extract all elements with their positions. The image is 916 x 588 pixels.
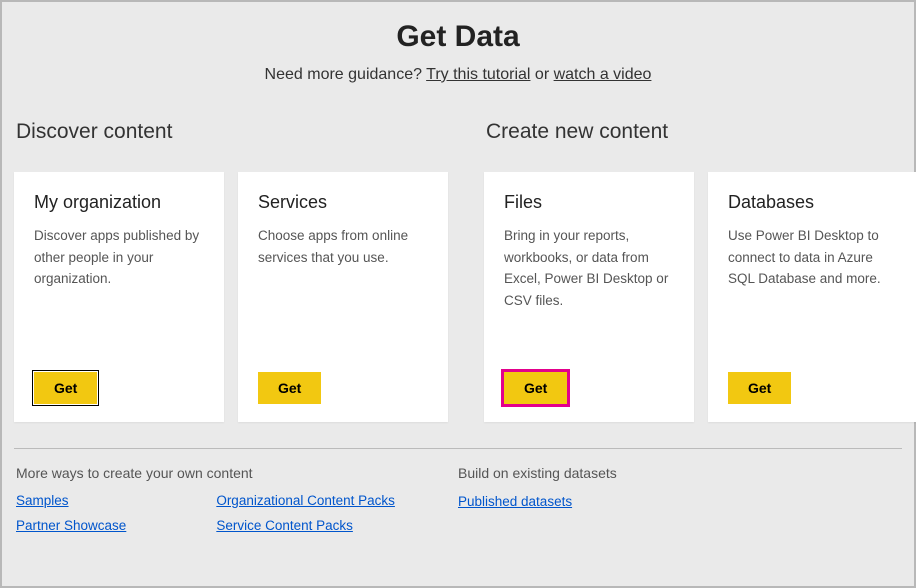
- card-desc: Use Power BI Desktop to connect to data …: [728, 225, 898, 372]
- card-title: My organization: [34, 192, 204, 213]
- card-files: Files Bring in your reports, workbooks, …: [484, 172, 694, 422]
- published-datasets-link[interactable]: Published datasets: [458, 494, 572, 509]
- page-title: Get Data: [6, 20, 910, 54]
- tutorial-link[interactable]: Try this tutorial: [426, 66, 530, 83]
- card-databases: Databases Use Power BI Desktop to connec…: [708, 172, 916, 422]
- create-section: Create new content Files Bring in your r…: [484, 120, 916, 422]
- more-ways-title: More ways to create your own content: [16, 465, 458, 481]
- get-button-services[interactable]: Get: [258, 372, 321, 404]
- build-section: Build on existing datasets Published dat…: [458, 465, 900, 533]
- discover-section: Discover content My organization Discove…: [14, 120, 448, 422]
- video-link[interactable]: watch a video: [554, 66, 652, 83]
- card-desc: Discover apps published by other people …: [34, 225, 204, 372]
- partner-showcase-link[interactable]: Partner Showcase: [16, 518, 126, 533]
- card-my-organization: My organization Discover apps published …: [14, 172, 224, 422]
- org-content-packs-link[interactable]: Organizational Content Packs: [216, 493, 395, 508]
- footer-divider: [14, 448, 902, 449]
- build-title: Build on existing datasets: [458, 465, 900, 481]
- card-title: Databases: [728, 192, 898, 213]
- card-desc: Choose apps from online services that yo…: [258, 225, 428, 372]
- card-title: Files: [504, 192, 674, 213]
- get-button-files[interactable]: Get: [504, 372, 567, 404]
- guidance-text: Need more guidance? Try this tutorial or…: [6, 66, 910, 84]
- card-title: Services: [258, 192, 428, 213]
- get-button-my-organization[interactable]: Get: [34, 372, 97, 404]
- card-desc: Bring in your reports, workbooks, or dat…: [504, 225, 674, 372]
- guidance-middle: or: [530, 66, 553, 83]
- discover-title: Discover content: [14, 120, 448, 144]
- get-button-databases[interactable]: Get: [728, 372, 791, 404]
- service-content-packs-link[interactable]: Service Content Packs: [216, 518, 353, 533]
- guidance-prefix: Need more guidance?: [265, 66, 427, 83]
- samples-link[interactable]: Samples: [16, 493, 69, 508]
- more-ways-section: More ways to create your own content Sam…: [16, 465, 458, 533]
- card-services: Services Choose apps from online service…: [238, 172, 448, 422]
- create-title: Create new content: [484, 120, 916, 144]
